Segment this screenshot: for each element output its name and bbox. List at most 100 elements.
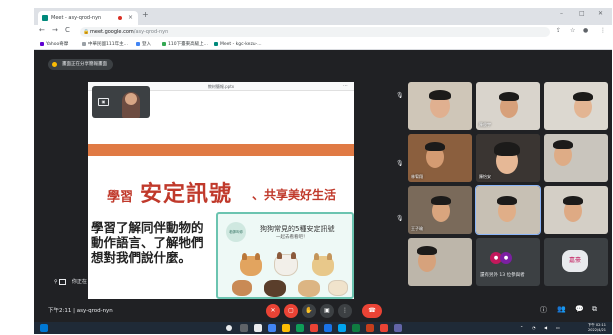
participant-tile[interactable] (544, 186, 608, 234)
present-button[interactable]: ▣ (320, 304, 334, 318)
profile-icon[interactable]: ● (583, 27, 588, 34)
battery-icon[interactable]: ▭ (556, 325, 560, 330)
close-window-button[interactable]: ✕ (598, 10, 603, 17)
wifi-icon[interactable]: ⌃ (520, 325, 523, 330)
slide-filename: 教材簡報.pptx (207, 84, 235, 89)
participant-name: 林宥翔 (411, 174, 423, 179)
minimize-button[interactable]: – (560, 10, 563, 17)
present-icon (52, 62, 57, 67)
activities-icon[interactable]: ⧉ (592, 305, 597, 314)
share-icon[interactable]: ⇪ (556, 27, 561, 34)
task-view-icon[interactable] (240, 324, 248, 332)
page-icon (82, 42, 86, 46)
card-logo: 老師叫你 (226, 222, 246, 242)
address-bar[interactable]: 🔒 meet.google.com/asy-qrod-nyn (80, 27, 550, 37)
system-clock[interactable]: 下午 02:11 2022/4/21 (588, 323, 606, 333)
bookmark-label: 登入 (142, 42, 151, 47)
participant-tile[interactable] (408, 82, 472, 130)
more-options-button[interactable]: ⋮ (338, 304, 352, 318)
presenter-video[interactable]: ▣ (92, 86, 150, 118)
teams-icon[interactable] (394, 324, 402, 332)
other-participants-tile[interactable]: ● ● 還有另外 13 位參與者 (476, 238, 540, 286)
new-tab-button[interactable]: + (142, 10, 149, 19)
meeting-time-code: 下午2:11 | asy-qrod-nyn (48, 306, 113, 314)
raise-hand-button[interactable]: ✋ (302, 304, 316, 318)
participant-tile[interactable]: 嘉豪 (544, 238, 608, 286)
start-icon[interactable] (40, 324, 48, 332)
people-icon[interactable]: 👥 (557, 305, 566, 313)
meet-favicon-icon (42, 15, 48, 21)
folder-icon[interactable] (282, 324, 290, 332)
bookmark-label: Meet - kgc-kezu-... (220, 42, 262, 47)
participant-tile[interactable] (544, 134, 608, 182)
excel-icon[interactable] (352, 324, 360, 332)
participant-tile[interactable] (544, 82, 608, 130)
edge-icon[interactable] (324, 324, 332, 332)
meeting-time: 下午2:11 (48, 308, 72, 314)
bookmark-meet[interactable]: Meet - kgc-kezu-... (214, 40, 262, 49)
bookmark-star-icon[interactable]: ☆ (570, 27, 575, 34)
chrome-icon[interactable] (310, 324, 318, 332)
pip-icon[interactable]: ▣ (98, 98, 109, 106)
dog-illustration (274, 252, 298, 276)
close-tab-icon[interactable]: × (128, 11, 133, 25)
notice-text: 畫面正在分享簡報畫面 (62, 62, 107, 67)
meeting-info-icon[interactable]: ⓘ (540, 305, 547, 315)
participant-tile-speaking[interactable] (475, 185, 541, 235)
participant-tile[interactable]: 陳怡安 (476, 134, 540, 182)
chat-icon[interactable]: 💬 (575, 305, 584, 313)
maximize-button[interactable]: □ (579, 10, 585, 17)
presenter-face (125, 93, 137, 105)
separator: | (73, 308, 75, 314)
tab-strip: Meet - asy-qrod-nyn × + – □ ✕ (34, 8, 612, 25)
menu-icon[interactable]: ⋮ (600, 27, 606, 34)
browser-toolbar: ← → C 🔒 meet.google.com/asy-qrod-nyn ⇪ ☆… (34, 25, 612, 39)
leave-call-button[interactable]: ☎ (362, 304, 382, 318)
back-button[interactable]: ← (39, 26, 45, 34)
more-options-icon[interactable]: ⋯ (343, 82, 348, 91)
pin-icon[interactable]: ⚲ (54, 279, 58, 285)
url-host: meet.google.com (90, 29, 134, 35)
card-title: 狗狗常見的5種安定訊號 (260, 225, 335, 233)
title-main: 安定訊號 (140, 182, 233, 207)
shared-screen[interactable]: 教材簡報.pptx ⋯ ▣ 學習 安定訊號 、共享美好生活 學習了解同伴動物的動… (88, 82, 354, 299)
presenting-notice[interactable]: 畫面正在分享簡報畫面 (48, 59, 113, 70)
participant-tile[interactable]: 王子瑜 (408, 186, 472, 234)
avatar: ● (500, 252, 512, 264)
store-icon[interactable] (296, 324, 304, 332)
volume-icon[interactable]: ◀ (544, 325, 547, 330)
dog-illustration (240, 253, 262, 276)
bookmark-gov[interactable]: 中華民國111年主... (82, 40, 128, 49)
search-icon[interactable] (226, 325, 232, 331)
dog-illustration (328, 280, 348, 296)
meet-icon (214, 42, 218, 46)
dog-illustration (298, 280, 320, 297)
participant-tile[interactable]: 陳俊宇 (476, 82, 540, 130)
bookmark-school[interactable]: 110下臺東高級上... (162, 40, 208, 49)
forward-button[interactable]: → (52, 26, 58, 34)
bookmark-label: Yahoo奇摩 (46, 42, 69, 47)
browser-tab-meet[interactable]: Meet - asy-qrod-nyn × (38, 11, 138, 25)
dog-illustration (264, 280, 286, 297)
file-explorer-icon[interactable] (268, 324, 276, 332)
title-suffix: 、共享美好生活 (252, 188, 337, 202)
chrome-icon[interactable] (380, 324, 388, 332)
dog-illustration (232, 280, 252, 296)
app-icon[interactable] (338, 324, 346, 332)
bookmark-login[interactable]: 登入 (136, 40, 151, 49)
reload-button[interactable]: C (65, 26, 70, 34)
participant-grid: 🎙 🎙 🎙 陳俊宇 林宥翔 陳怡安 王子瑜 ● ● 還有另外 13 位參與者 嘉… (396, 80, 612, 308)
participant-tile[interactable] (408, 238, 472, 286)
participant-tile[interactable]: 林宥翔 (408, 134, 472, 182)
browser-window: Meet - asy-qrod-nyn × + – □ ✕ ← → C 🔒 me… (34, 8, 612, 334)
bookmark-yahoo[interactable]: Yahoo奇摩 (40, 40, 68, 49)
screenshot-stage: Meet - asy-qrod-nyn × + – □ ✕ ← → C 🔒 me… (0, 0, 613, 335)
mic-toggle-button[interactable]: ✕ (266, 304, 280, 318)
mic-off-icon: 🎙 (396, 160, 404, 167)
powerpoint-icon[interactable] (366, 324, 374, 332)
meeting-code: asy-qrod-nyn (76, 308, 113, 314)
widgets-icon[interactable] (254, 324, 262, 332)
network-icon[interactable]: ◔ (532, 325, 536, 330)
camera-toggle-button[interactable]: ▢ (284, 304, 298, 318)
school-icon (162, 42, 166, 46)
